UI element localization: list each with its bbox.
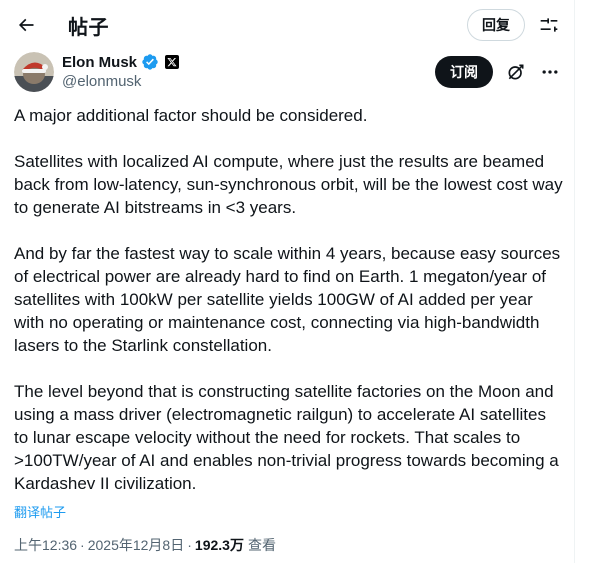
author-row: Elon Musk @elonmusk 订阅: [14, 52, 561, 92]
more-button[interactable]: [539, 61, 561, 83]
x-affiliation-icon[interactable]: [165, 55, 180, 69]
grok-icon: [508, 64, 524, 80]
views-label: 查看: [247, 537, 276, 553]
avatar-image: [14, 52, 54, 92]
tune-button[interactable]: [537, 13, 561, 37]
post-paragraph: The level beyond that is constructing sa…: [14, 382, 559, 493]
tune-icon: [540, 18, 558, 32]
avatar[interactable]: [14, 52, 54, 92]
post-date[interactable]: 2025年12月8日: [88, 535, 185, 555]
post-time[interactable]: 上午12:36: [14, 535, 77, 555]
reply-button[interactable]: 回复: [467, 9, 525, 41]
verified-badge-icon: [142, 54, 158, 70]
post-paragraph: And by far the fastest way to scale with…: [14, 244, 561, 355]
page-title: 帖子: [68, 16, 109, 39]
back-arrow-icon: [18, 18, 34, 32]
post-paragraph: A major additional factor should be cons…: [14, 106, 368, 125]
post-paragraph: Satellites with localized AI compute, wh…: [14, 152, 563, 217]
grok-button[interactable]: [505, 61, 527, 83]
post-meta: 上午12:36 · 2025年12月8日 · 192.3万 查看: [14, 535, 276, 555]
top-bar: 帖子 回复: [0, 0, 575, 50]
meta-separator: ·: [80, 537, 85, 553]
header-actions: 回复: [467, 9, 561, 41]
author-names: Elon Musk @elonmusk: [62, 52, 180, 92]
more-icon: [542, 70, 558, 74]
handle[interactable]: @elonmusk: [62, 72, 179, 92]
meta-separator: ·: [187, 537, 192, 553]
back-button[interactable]: [14, 13, 38, 37]
post-text: A major additional factor should be cons…: [14, 104, 564, 495]
subscribe-button[interactable]: 订阅: [435, 56, 493, 88]
name-line: Elon Musk: [62, 52, 180, 72]
author-actions: 订阅: [435, 56, 561, 88]
post-page: 帖子 回复 Elon Musk @elonmusk 订阅 A major add…: [0, 0, 600, 563]
views-count: 192.3万: [194, 537, 244, 553]
translate-post-link[interactable]: 翻译帖子: [14, 502, 66, 521]
display-name[interactable]: Elon Musk: [62, 54, 137, 71]
column-divider: [574, 0, 575, 563]
